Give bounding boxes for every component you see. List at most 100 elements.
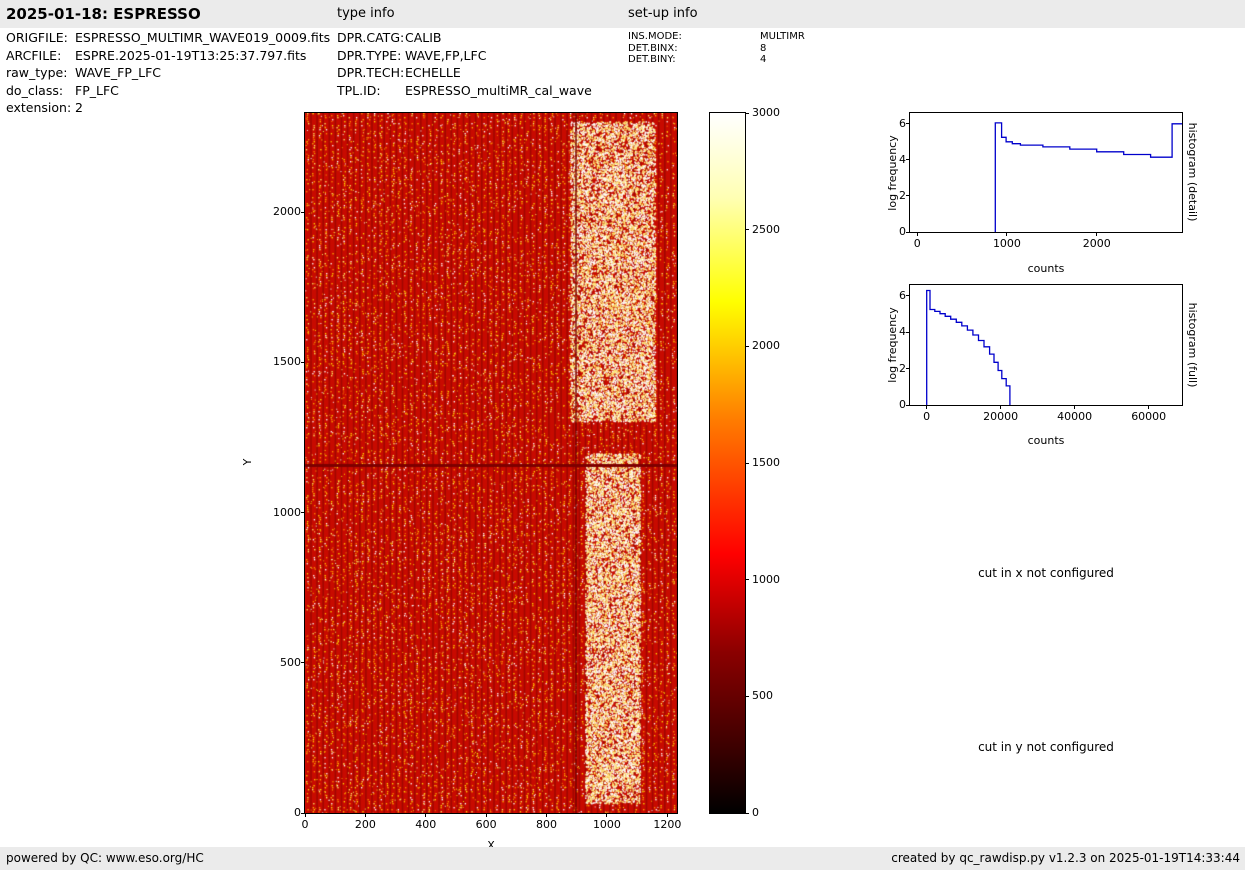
meta-row: do_class: FP_LFC [6, 82, 330, 100]
tick-mark [926, 405, 928, 409]
tick-mark [666, 813, 668, 817]
tick-mark [745, 112, 749, 114]
meta-value: ECHELLE [405, 65, 461, 80]
tick-mark [485, 813, 487, 817]
header-bar: 2025-01-18: ESPRESSO type info set-up in… [0, 0, 1245, 28]
tick-label: 1500 [273, 355, 301, 369]
meta-value: FP_LFC [75, 82, 119, 98]
histogram_detail-line [994, 122, 1182, 232]
tick-mark [1096, 232, 1098, 236]
raw-yaxis-label: Y [241, 458, 254, 466]
meta-value: MULTIMR [760, 31, 805, 42]
tick-mark [745, 695, 749, 697]
cut-in-x-note: cut in x not configured [978, 566, 1114, 580]
tick-label: 500 [752, 689, 773, 703]
tick-label: 1000 [273, 505, 301, 519]
histogram-full-side-label: histogram (full) [1186, 302, 1199, 388]
meta-value: 8 [760, 42, 767, 54]
tick-label: 40000 [1057, 410, 1093, 423]
meta-row: ARCFILE: ESPRE.2025-01-19T13:25:37.797.fi… [6, 47, 330, 65]
meta-value: 2 [75, 100, 83, 115]
colorbar: 0 500 1000 1500 2000 2500 3000 [709, 106, 780, 819]
meta-label: extension: [6, 100, 72, 115]
tick-mark [546, 813, 548, 817]
tick-label: 0 [752, 806, 759, 819]
tick-label: 60000 [1131, 410, 1167, 423]
page-title: 2025-01-18: ESPRESSO [6, 5, 201, 23]
meta-label: ORIGFILE: [6, 30, 68, 45]
histogram-detail-yaxis-label: log frequency [886, 135, 899, 211]
tick-label: 400 [415, 818, 437, 831]
meta-label: do_class: [6, 82, 64, 98]
tick-mark [364, 813, 366, 817]
meta-label: INS.MODE: [628, 31, 682, 42]
meta-label: DET.BINX: [628, 42, 678, 54]
tick-label: 20000 [983, 410, 1019, 423]
tick-label: 0 [294, 806, 301, 819]
histogram-detail-xaxis-label: counts [1027, 262, 1065, 275]
meta-label: DPR.TECH: [337, 65, 405, 80]
tick-mark [301, 512, 305, 514]
tick-label: 2000 [1082, 237, 1111, 250]
histogram-detail-plot: 0 1000 2000 0 2 4 6 [899, 112, 1183, 250]
tick-label: 2000 [752, 339, 780, 353]
file-info-block: ORIGFILE: ESPRESSO_MULTIMR_WAVE019_0009.f… [6, 29, 330, 117]
tick-label: 1000 [992, 237, 1021, 250]
meta-row: DPR.TECH:ECHELLE [337, 64, 592, 82]
tick-mark [301, 211, 305, 213]
tick-label: 0 [301, 818, 309, 831]
tick-mark [301, 812, 305, 814]
tick-label: 1500 [752, 456, 780, 469]
meta-value: CALIB [405, 30, 442, 45]
meta-value: ESPRE.2025-01-19T13:25:37.797.fits [75, 47, 307, 63]
tick-mark [301, 361, 305, 363]
setup-info-heading: set-up info [628, 6, 698, 21]
meta-row: DET.BINY: 4 [628, 54, 805, 66]
tick-mark [304, 813, 306, 817]
raw-image-plot: 0 200 400 600 800 1000 1200 0 500 1000 1500 2000 [273, 112, 681, 831]
meta-label: DPR.TYPE: [337, 47, 402, 63]
meta-label: raw_type: [6, 65, 68, 80]
meta-row: DPR.TYPE: WAVE,FP,LFC [337, 47, 592, 65]
tick-label: 2000 [273, 205, 301, 219]
histogram-detail-side-label: histogram (detail) [1186, 122, 1199, 222]
tick-label: 500 [280, 655, 301, 669]
meta-row: TPL.ID: ESPRESSO_multiMR_cal_wave [337, 82, 592, 100]
tick-label: 0 [899, 225, 906, 238]
meta-value: ESPRESSO_MULTIMR_WAVE019_0009.fits [75, 30, 331, 45]
tick-label: 3000 [752, 106, 780, 119]
meta-value: WAVE,FP,LFC [405, 47, 487, 63]
meta-row: DET.BINX: 8 [628, 43, 805, 55]
type-info-block: DPR.CATG:CALIB DPR.TYPE: WAVE,FP,LFC DPR.… [337, 29, 592, 99]
tick-label: 0 [923, 410, 931, 423]
tick-label: 2500 [752, 222, 780, 236]
tick-mark [1000, 405, 1002, 409]
meta-label: DPR.CATG: [337, 30, 405, 45]
tick-label: 1000 [752, 572, 780, 586]
tick-label: 1000 [592, 818, 621, 831]
meta-row: DPR.CATG:CALIB [337, 29, 592, 47]
setup-info-block: INS.MODE: MULTIMR DET.BINX: 8 DET.BINY: 4 [628, 31, 805, 66]
tick-label: 0 [913, 237, 921, 250]
histogram-full-xaxis-label: counts [1027, 434, 1065, 447]
raw-image-canvas [305, 113, 677, 813]
cut-in-y-note: cut in y not configured [978, 740, 1114, 754]
type-info-heading: type info [337, 6, 395, 21]
tick-label: 1200 [653, 818, 682, 831]
footer-bar: powered by QC: www.eso.org/HC created by… [0, 847, 1245, 870]
meta-label: DET.BINY: [628, 54, 676, 65]
footer-created-by: created by qc_rawdisp.py v1.2.3 on 2025-… [891, 851, 1240, 865]
footer-powered-by: powered by QC: www.eso.org/HC [6, 851, 204, 865]
histogram-full-plot: 0 20000 40000 60000 0 2 4 6 [899, 284, 1183, 423]
meta-row: INS.MODE: MULTIMR [628, 31, 805, 43]
histogram-full-yaxis-label: log frequency [886, 307, 899, 383]
tick-label: 200 [354, 818, 376, 831]
meta-row: raw_type: WAVE_FP_LFC [6, 64, 330, 82]
meta-label: ARCFILE: [6, 47, 62, 63]
tick-mark [1148, 405, 1150, 409]
meta-row: ORIGFILE: ESPRESSO_MULTIMR_WAVE019_0009.f… [6, 29, 330, 47]
meta-value: WAVE_FP_LFC [75, 65, 161, 80]
tick-label: 600 [475, 818, 497, 831]
meta-value: 4 [760, 54, 767, 65]
meta-label: TPL.ID: [337, 82, 381, 98]
